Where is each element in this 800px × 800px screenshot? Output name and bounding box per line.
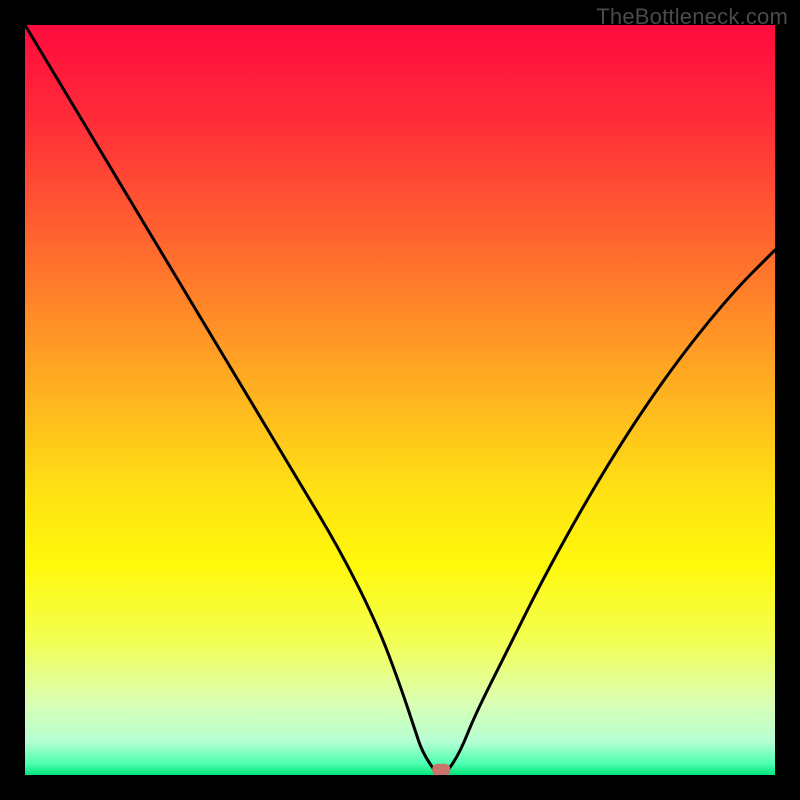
min-marker — [432, 764, 450, 775]
chart-svg — [25, 25, 775, 775]
plot-area — [25, 25, 775, 775]
chart-background — [25, 25, 775, 775]
chart-frame: TheBottleneck.com — [0, 0, 800, 800]
